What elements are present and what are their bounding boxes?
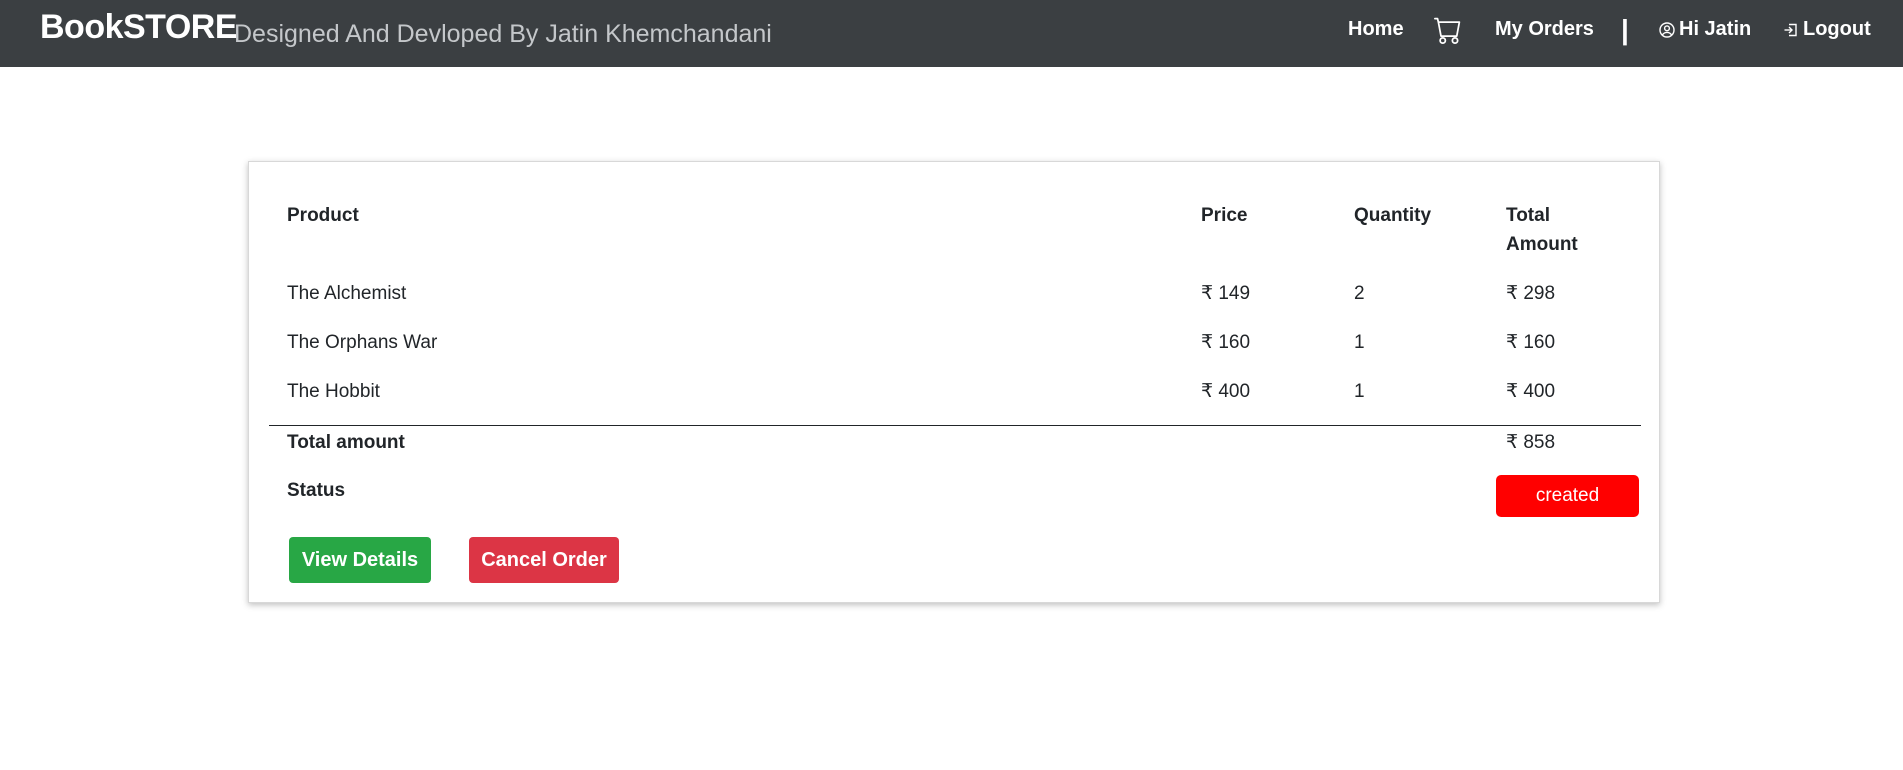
total-amount-value: ₹ 858 xyxy=(1506,432,1556,453)
header-total-line2: Amount xyxy=(1506,234,1578,255)
nav-separator: | xyxy=(1621,14,1629,45)
header-total-line1: Total xyxy=(1506,205,1550,226)
row-2-quantity: 1 xyxy=(1354,332,1365,353)
row-2-price: ₹ 160 xyxy=(1201,332,1251,353)
row-3-product: The Hobbit xyxy=(287,381,380,402)
status-badge: created xyxy=(1496,475,1639,517)
total-amount-label: Total amount xyxy=(287,432,405,453)
user-circle-icon xyxy=(1659,21,1675,38)
header-total-amount: Total Amount xyxy=(1506,201,1578,259)
header-quantity: Quantity xyxy=(1354,205,1432,226)
logout-link[interactable]: Logout xyxy=(1783,18,1871,41)
logout-icon xyxy=(1783,22,1799,38)
brand-tagline: Designed And Devloped By Jatin Khemchand… xyxy=(234,20,772,48)
nav-my-orders-link[interactable]: My Orders xyxy=(1495,18,1594,41)
cart-icon xyxy=(1434,16,1462,44)
navbar: BookSTORE Designed And Devloped By Jatin… xyxy=(0,0,1903,67)
nav-home-link[interactable]: Home xyxy=(1348,18,1404,41)
row-2-product: The Orphans War xyxy=(287,332,438,353)
view-details-button[interactable]: View Details xyxy=(289,537,431,583)
total-divider xyxy=(269,425,1641,426)
user-greeting-label: Hi Jatin xyxy=(1679,18,1752,40)
row-1-total: ₹ 298 xyxy=(1506,283,1556,304)
logout-label: Logout xyxy=(1803,18,1871,40)
user-greeting-link[interactable]: Hi Jatin xyxy=(1659,18,1751,41)
row-2-total: ₹ 160 xyxy=(1506,332,1556,353)
status-label: Status xyxy=(287,480,346,501)
row-3-quantity: 1 xyxy=(1354,381,1365,402)
cancel-order-button[interactable]: Cancel Order xyxy=(469,537,619,583)
row-1-price: ₹ 149 xyxy=(1201,283,1251,304)
order-card: Product Price Quantity Total Amount The … xyxy=(248,161,1660,603)
row-1-product: The Alchemist xyxy=(287,283,407,304)
row-3-total: ₹ 400 xyxy=(1506,381,1556,402)
brand-logo[interactable]: BookSTORE xyxy=(40,8,238,47)
row-1-quantity: 2 xyxy=(1354,283,1365,304)
cart-link[interactable] xyxy=(1434,16,1462,44)
header-price: Price xyxy=(1201,205,1248,226)
header-product: Product xyxy=(287,205,359,226)
row-3-price: ₹ 400 xyxy=(1201,381,1251,402)
